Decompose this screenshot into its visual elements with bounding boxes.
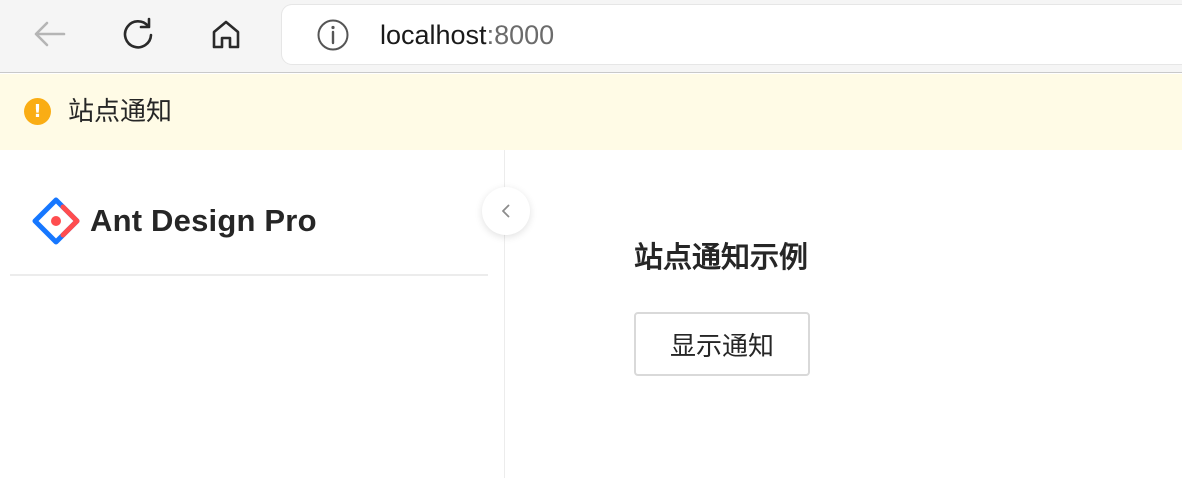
chevron-left-icon <box>502 204 510 218</box>
sidebar-collapse-button[interactable] <box>482 187 530 235</box>
home-button[interactable] <box>204 12 248 56</box>
url-text[interactable]: localhost:8000 <box>380 18 554 52</box>
warning-circle-icon: ! <box>24 98 51 125</box>
address-bar[interactable]: localhost:8000 <box>282 5 1182 64</box>
reload-icon <box>123 17 153 49</box>
sidebar: Ant Design Pro <box>0 150 505 478</box>
ant-design-logo[interactable] <box>32 197 80 245</box>
sidebar-divider <box>10 274 488 276</box>
site-info-button[interactable] <box>316 18 350 52</box>
page-title: 站点通知示例 <box>634 240 809 274</box>
back-arrow-icon <box>34 21 66 47</box>
banner-text: 站点通知 <box>68 97 173 127</box>
show-notice-button[interactable]: 显示通知 <box>634 312 810 376</box>
url-port: :8000 <box>486 20 555 50</box>
site-notice-banner: ! 站点通知 <box>0 74 1182 150</box>
info-icon <box>317 19 349 51</box>
browser-toolbar: localhost:8000 <box>0 0 1182 73</box>
url-host: localhost <box>380 20 487 50</box>
brand-title[interactable]: Ant Design Pro <box>90 201 317 241</box>
back-button[interactable] <box>28 12 72 56</box>
home-icon <box>212 20 240 49</box>
reload-button[interactable] <box>116 12 160 56</box>
